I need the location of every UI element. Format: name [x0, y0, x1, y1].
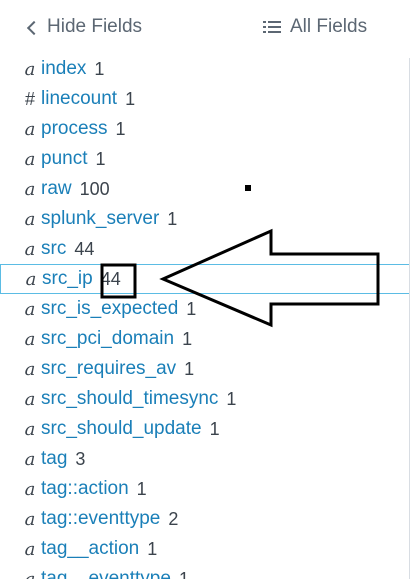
field-count: 1: [147, 538, 158, 559]
string-type-icon: a: [24, 298, 36, 320]
field-name[interactable]: tag::eventtype: [41, 508, 160, 530]
string-type-icon: a: [24, 508, 36, 530]
field-name[interactable]: splunk_server: [41, 208, 159, 230]
number-type-icon: #: [24, 88, 35, 109]
field-name[interactable]: src_ip: [42, 268, 93, 290]
field-count: 1: [167, 208, 178, 229]
string-type-icon: a: [24, 208, 36, 230]
fields-sidebar-header: Hide Fields All Fields: [0, 0, 414, 58]
field-row[interactable]: a src 44: [0, 234, 410, 264]
field-row[interactable]: a tag 3: [0, 444, 410, 474]
field-list: a index 1 # linecount 1 a process 1 a punct 1 a raw 10…: [0, 58, 410, 579]
all-fields-label: All Fields: [290, 16, 368, 37]
field-row[interactable]: a tag__eventtype 1: [0, 564, 410, 579]
field-row[interactable]: a src_should_timesync 1: [0, 384, 410, 414]
field-count: 44: [100, 268, 121, 289]
field-name[interactable]: raw: [41, 178, 72, 200]
field-name[interactable]: process: [41, 118, 108, 140]
all-fields-button[interactable]: All Fields: [263, 16, 367, 38]
string-type-icon: a: [24, 178, 36, 200]
field-row[interactable]: a src_ip 44: [0, 264, 410, 294]
string-type-icon: a: [24, 388, 36, 410]
field-name[interactable]: tag__eventtype: [41, 568, 171, 579]
field-count: 1: [178, 568, 189, 579]
field-name[interactable]: tag: [41, 448, 67, 470]
field-name[interactable]: punct: [41, 148, 87, 170]
field-count: 1: [95, 148, 106, 169]
field-count: 1: [209, 418, 220, 439]
field-name[interactable]: tag::action: [41, 478, 129, 500]
string-type-icon: a: [24, 238, 36, 260]
cursor-dot: [245, 185, 251, 191]
field-name[interactable]: src: [41, 238, 66, 260]
field-row[interactable]: a src_should_update 1: [0, 414, 410, 444]
field-count: 1: [115, 118, 126, 139]
field-name[interactable]: src_pci_domain: [41, 328, 174, 350]
field-count: 1: [184, 358, 195, 379]
field-count: 100: [79, 178, 110, 199]
field-count: 1: [226, 388, 237, 409]
field-count: 1: [186, 298, 197, 319]
string-type-icon: a: [24, 358, 36, 380]
field-count: 1: [182, 328, 193, 349]
field-row[interactable]: a tag__action 1: [0, 534, 410, 564]
field-count: 1: [94, 58, 105, 79]
string-type-icon: a: [24, 478, 36, 500]
field-name[interactable]: tag__action: [41, 538, 139, 560]
field-row[interactable]: a src_pci_domain 1: [0, 324, 410, 354]
field-name[interactable]: src_should_update: [41, 418, 202, 440]
field-count: 44: [74, 238, 95, 259]
chevron-left-icon: [26, 20, 42, 35]
field-name[interactable]: src_requires_av: [41, 358, 176, 380]
field-count: 1: [125, 88, 136, 109]
string-type-icon: a: [24, 148, 36, 170]
field-row[interactable]: a src_is_expected 1: [0, 294, 410, 324]
field-row[interactable]: a index 1: [0, 58, 410, 84]
list-icon: [263, 20, 281, 34]
string-type-icon: a: [24, 448, 36, 470]
field-row[interactable]: a tag::action 1: [0, 474, 410, 504]
string-type-icon: a: [24, 568, 36, 579]
string-type-icon: a: [24, 328, 36, 350]
field-count: 1: [136, 478, 147, 499]
field-row[interactable]: a process 1: [0, 114, 410, 144]
field-name[interactable]: linecount: [41, 88, 117, 110]
string-type-icon: a: [24, 58, 36, 80]
scrollbar-track[interactable]: [409, 58, 410, 579]
field-row[interactable]: a tag::eventtype 2: [0, 504, 410, 534]
field-row[interactable]: a punct 1: [0, 144, 410, 174]
field-row[interactable]: # linecount 1: [0, 84, 410, 114]
field-row[interactable]: a splunk_server 1: [0, 204, 410, 234]
string-type-icon: a: [24, 418, 36, 440]
field-row[interactable]: a raw 100: [0, 174, 410, 204]
hide-fields-button[interactable]: Hide Fields: [26, 16, 143, 38]
field-count: 2: [168, 508, 179, 529]
field-name[interactable]: src_should_timesync: [41, 388, 218, 410]
string-type-icon: a: [24, 118, 36, 140]
field-name[interactable]: index: [41, 58, 86, 80]
field-name[interactable]: src_is_expected: [41, 298, 178, 320]
string-type-icon: a: [24, 538, 36, 560]
field-count: 3: [75, 448, 86, 469]
string-type-icon: a: [25, 268, 37, 290]
field-row[interactable]: a src_requires_av 1: [0, 354, 410, 384]
hide-fields-label: Hide Fields: [47, 16, 143, 37]
